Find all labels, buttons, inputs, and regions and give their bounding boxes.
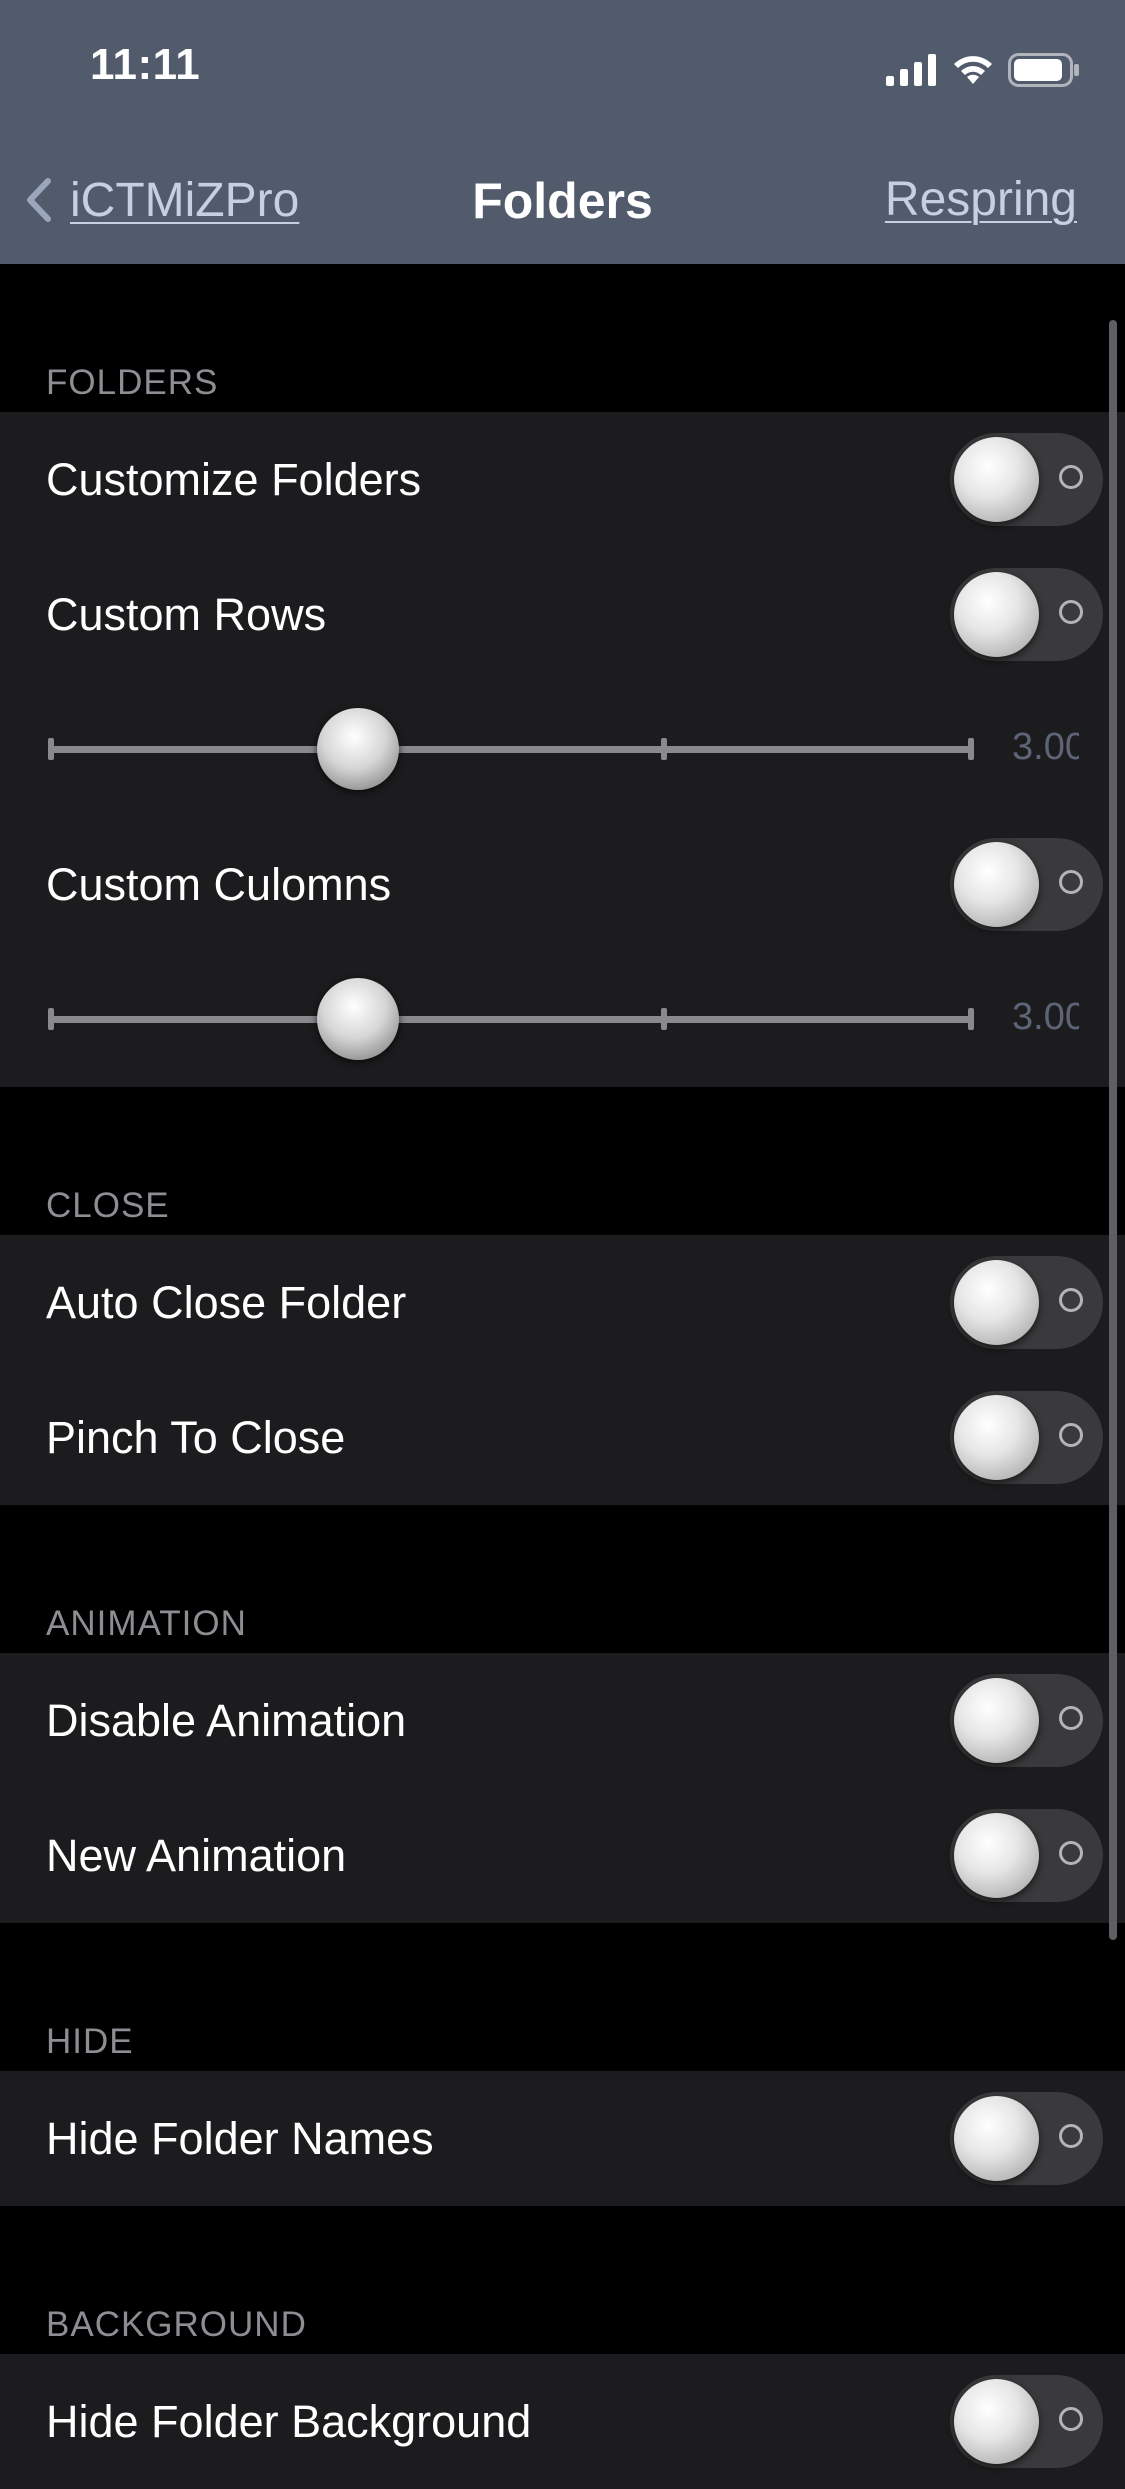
row-disable-animation: Disable Animation: [0, 1653, 1125, 1788]
group-folders: Customize Folders Custom Rows 3.00 Custo…: [0, 412, 1125, 1087]
slider-tick: [968, 1008, 974, 1030]
toggle-off-indicator-icon: [1059, 2407, 1083, 2431]
section-header-animation: ANIMATION: [46, 1604, 247, 1643]
slider-tick: [48, 738, 54, 760]
row-pinch-to-close: Pinch To Close: [0, 1370, 1125, 1505]
hide-folder-background-toggle[interactable]: [950, 2375, 1103, 2468]
respring-button[interactable]: Respring: [885, 172, 1077, 227]
customize-folders-toggle[interactable]: [950, 433, 1103, 526]
status-time: 11:11: [90, 40, 201, 89]
section-header-close: CLOSE: [46, 1186, 170, 1225]
hide-folder-names-label: Hide Folder Names: [46, 2112, 434, 2164]
row-auto-close-folder: Auto Close Folder: [0, 1235, 1125, 1370]
slider-track: [52, 1016, 972, 1023]
toggle-knob: [954, 1678, 1039, 1763]
custom-rows-label: Custom Rows: [46, 588, 327, 640]
navigation-bar: 11:11 iCTMiZPro Folders Respring: [0, 0, 1125, 264]
row-hide-folder-background: Hide Folder Background: [0, 2354, 1125, 2489]
new-animation-label: New Animation: [46, 1829, 347, 1881]
toggle-knob: [954, 1260, 1039, 1345]
group-animation: Disable Animation New Animation: [0, 1653, 1125, 1923]
toggle-knob: [954, 1813, 1039, 1898]
vertical-scrollbar[interactable]: [1109, 320, 1117, 1940]
row-new-animation: New Animation: [0, 1788, 1125, 1923]
row-hide-folder-names: Hide Folder Names: [0, 2071, 1125, 2206]
slider-tick: [48, 1008, 54, 1030]
toggle-off-indicator-icon: [1059, 465, 1083, 489]
row-custom-columns: Custom Culomns: [0, 817, 1125, 952]
custom-rows-toggle[interactable]: [950, 568, 1103, 661]
custom-columns-label: Custom Culomns: [46, 858, 392, 910]
section-header-hide: HIDE: [46, 2022, 134, 2061]
group-close: Auto Close Folder Pinch To Close: [0, 1235, 1125, 1505]
slider-track: [52, 746, 972, 753]
cellular-signal-icon: [886, 54, 936, 86]
customize-folders-label: Customize Folders: [46, 453, 422, 505]
slider-tick: [661, 1008, 667, 1030]
wifi-icon: [954, 56, 992, 84]
disable-animation-toggle[interactable]: [950, 1674, 1103, 1767]
toggle-off-indicator-icon: [1059, 2124, 1083, 2148]
hide-folder-names-toggle[interactable]: [950, 2092, 1103, 2185]
settings-list[interactable]: FOLDERS Customize Folders Custom Rows 3.…: [0, 264, 1125, 2489]
toggle-knob: [954, 2379, 1039, 2464]
toggle-off-indicator-icon: [1059, 1841, 1083, 1865]
auto-close-folder-label: Auto Close Folder: [46, 1276, 407, 1328]
slider-tick: [661, 738, 667, 760]
slider-tick: [968, 738, 974, 760]
slider-thumb[interactable]: [317, 708, 399, 790]
toggle-off-indicator-icon: [1059, 1706, 1083, 1730]
toggle-knob: [954, 2096, 1039, 2181]
section-header-background: BACKGROUND: [46, 2305, 307, 2344]
toggle-off-indicator-icon: [1059, 600, 1083, 624]
section-header-folders: FOLDERS: [46, 363, 219, 402]
new-animation-toggle[interactable]: [950, 1809, 1103, 1902]
custom-rows-value: 3.00: [1012, 726, 1079, 768]
row-customize-folders: Customize Folders: [0, 412, 1125, 547]
custom-columns-slider[interactable]: 3.00: [0, 952, 1125, 1087]
disable-animation-label: Disable Animation: [46, 1694, 407, 1746]
custom-rows-slider[interactable]: 3.00: [0, 682, 1125, 817]
battery-icon: [1008, 53, 1079, 87]
hide-folder-background-label: Hide Folder Background: [46, 2395, 532, 2447]
custom-columns-toggle[interactable]: [950, 838, 1103, 931]
toggle-off-indicator-icon: [1059, 870, 1083, 894]
auto-close-folder-toggle[interactable]: [950, 1256, 1103, 1349]
toggle-knob: [954, 842, 1039, 927]
group-hide: Hide Folder Names: [0, 2071, 1125, 2206]
toggle-off-indicator-icon: [1059, 1423, 1083, 1447]
toggle-off-indicator-icon: [1059, 1288, 1083, 1312]
toggle-knob: [954, 572, 1039, 657]
toggle-knob: [954, 1395, 1039, 1480]
custom-columns-value: 3.00: [1012, 996, 1079, 1038]
group-background: Hide Folder Background: [0, 2354, 1125, 2489]
toggle-knob: [954, 437, 1039, 522]
pinch-to-close-toggle[interactable]: [950, 1391, 1103, 1484]
row-custom-rows: Custom Rows: [0, 547, 1125, 682]
status-icons: [886, 48, 1080, 92]
slider-thumb[interactable]: [317, 978, 399, 1060]
pinch-to-close-label: Pinch To Close: [46, 1411, 346, 1463]
